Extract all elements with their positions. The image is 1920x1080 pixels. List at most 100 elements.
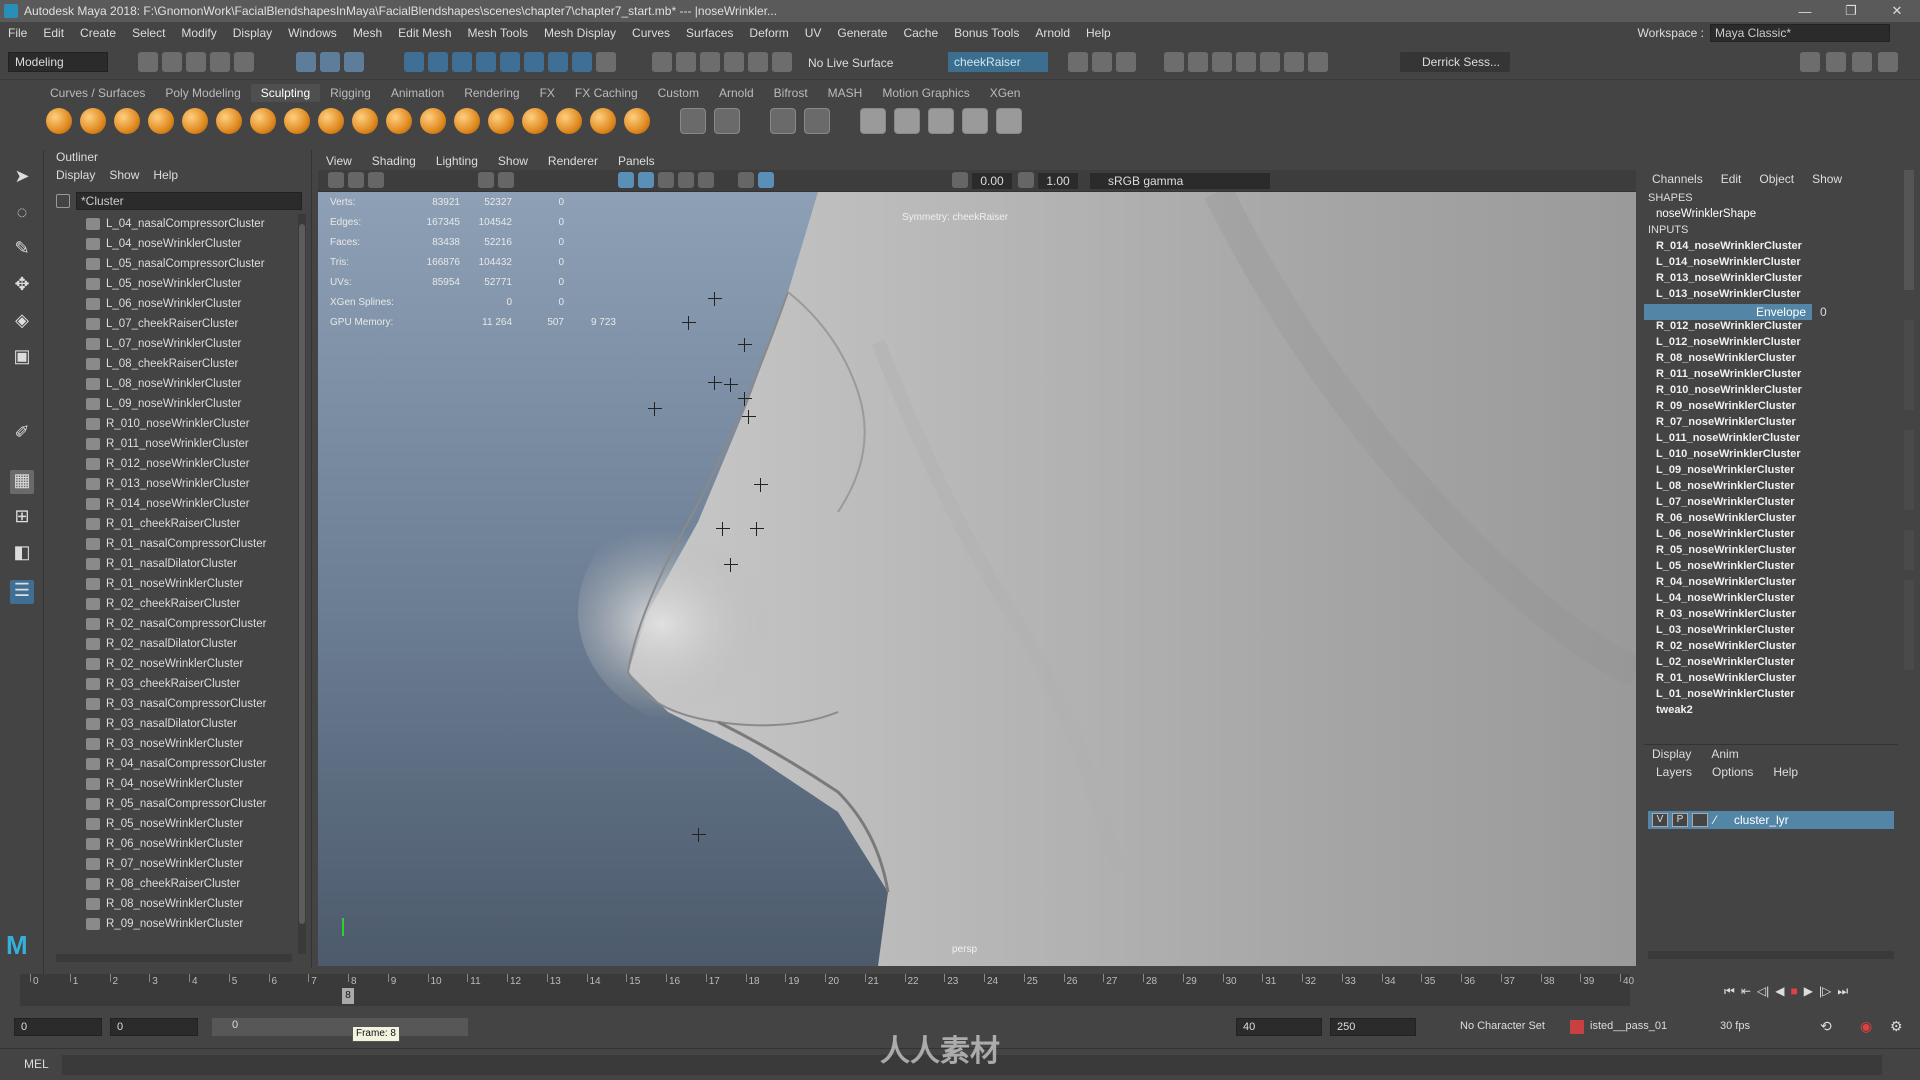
outliner-menu-display[interactable]: Display <box>56 168 95 182</box>
step-forward-frame-icon[interactable]: |▷ <box>1819 984 1831 998</box>
outliner-row[interactable]: R_08_noseWrinklerCluster <box>56 894 292 914</box>
render-view-icon[interactable] <box>1068 52 1088 72</box>
amplify-tool-icon[interactable] <box>590 108 616 134</box>
snap-vertex-icon[interactable] <box>524 52 544 72</box>
open-scene-icon[interactable] <box>162 52 182 72</box>
perspective-viewport[interactable]: Verts: 83921 52327 0 Edges: 167345 104542 0 Face… <box>318 192 1636 966</box>
freeze-tool-icon[interactable] <box>624 108 650 134</box>
lock-icon[interactable] <box>596 52 616 72</box>
arnold-light-icon[interactable] <box>1236 52 1256 72</box>
outliner-row[interactable]: L_04_nasalCompressorCluster <box>56 214 292 234</box>
cluster-handle[interactable] <box>750 522 764 536</box>
outliner-row[interactable]: R_04_nasalCompressorCluster <box>56 754 292 774</box>
pause-icon[interactable] <box>1308 52 1328 72</box>
snap-view-plane-icon[interactable] <box>476 52 496 72</box>
tool-settings-toggle-icon[interactable] <box>1852 52 1872 72</box>
grab-tool-icon[interactable] <box>148 108 174 134</box>
outliner-row[interactable]: R_05_noseWrinklerCluster <box>56 814 292 834</box>
end-time-field[interactable]: 250 <box>1330 1018 1416 1036</box>
live-surface-label[interactable]: No Live Surface <box>808 56 893 70</box>
textured-icon[interactable] <box>658 172 674 188</box>
input-node[interactable]: L_014_noseWrinklerCluster <box>1644 256 1898 272</box>
texture-deformer-icon[interactable] <box>894 108 920 134</box>
film-gate-icon[interactable] <box>498 172 514 188</box>
render-current-icon[interactable] <box>724 52 744 72</box>
menu-generate[interactable]: Generate <box>829 26 895 40</box>
select-object-icon[interactable] <box>320 52 340 72</box>
snap-curve-icon[interactable] <box>428 52 448 72</box>
outliner-row[interactable]: R_03_nasalCompressorCluster <box>56 694 292 714</box>
menu-help[interactable]: Help <box>1078 26 1119 40</box>
shelf-tab-rigging[interactable]: Rigging <box>320 84 381 102</box>
shadows-icon[interactable] <box>698 172 714 188</box>
go-to-start-icon[interactable]: ⏮ <box>1724 984 1735 999</box>
input-node[interactable]: L_09_noseWrinklerCluster <box>1644 464 1898 480</box>
arnold-render-icon[interactable] <box>1164 52 1184 72</box>
menu-curves[interactable]: Curves <box>624 26 678 40</box>
envelope-value[interactable]: 0 <box>1812 305 1827 319</box>
cluster-handle[interactable] <box>708 376 722 390</box>
snap-edge-icon[interactable] <box>548 52 568 72</box>
viewport-menu-view[interactable]: View <box>326 154 352 168</box>
input-node[interactable]: R_011_noseWrinklerCluster <box>1644 368 1898 384</box>
menu-arnold[interactable]: Arnold <box>1027 26 1078 40</box>
filter-icon[interactable] <box>56 194 70 208</box>
wax-tool-icon[interactable] <box>386 108 412 134</box>
cluster-handle[interactable] <box>724 378 738 392</box>
shelf-tab-curves-surfaces[interactable]: Curves / Surfaces <box>40 84 155 102</box>
menu-edit-mesh[interactable]: Edit Mesh <box>390 26 459 40</box>
shape-editor-icon[interactable] <box>804 108 830 134</box>
cluster-handle[interactable] <box>708 292 722 306</box>
sculpt-tool-icon[interactable] <box>46 108 72 134</box>
flatten-tool-icon[interactable] <box>216 108 242 134</box>
input-node[interactable]: R_08_noseWrinklerCluster <box>1644 352 1898 368</box>
layer-scrollbar[interactable] <box>1648 951 1894 959</box>
input-node[interactable]: L_012_noseWrinklerCluster <box>1644 336 1898 352</box>
relax-tool-icon[interactable] <box>114 108 140 134</box>
outliner-row[interactable]: R_03_noseWrinklerCluster <box>56 734 292 754</box>
shelf-tab-bifrost[interactable]: Bifrost <box>764 84 818 102</box>
select-hierarchy-icon[interactable] <box>296 52 316 72</box>
foamy-tool-icon[interactable] <box>250 108 276 134</box>
input-node[interactable]: R_013_noseWrinklerCluster <box>1644 272 1898 288</box>
step-back-key-icon[interactable]: ⇤ <box>1741 984 1751 998</box>
menu-modify[interactable]: Modify <box>173 26 224 40</box>
cluster-handle[interactable] <box>738 392 752 406</box>
playback-end-field[interactable]: 40 <box>1236 1018 1322 1036</box>
hypershade-icon[interactable] <box>1092 52 1112 72</box>
menu-create[interactable]: Create <box>72 26 124 40</box>
attribute-editor-side-tab[interactable] <box>1904 430 1914 510</box>
scrape-tool-icon[interactable] <box>420 108 446 134</box>
envelope-attribute-row[interactable]: Envelope 0 <box>1644 304 1898 320</box>
shelf-tab-fx[interactable]: FX <box>530 84 565 102</box>
menu-mesh[interactable]: Mesh <box>345 26 390 40</box>
minimize-button[interactable]: — <box>1782 0 1828 22</box>
input-node[interactable]: L_02_noseWrinklerCluster <box>1644 656 1898 672</box>
start-time-field[interactable]: 0 <box>14 1018 102 1036</box>
outliner-row[interactable]: R_04_noseWrinklerCluster <box>56 774 292 794</box>
viewport-menu-renderer[interactable]: Renderer <box>548 154 598 168</box>
smooth-shade-icon[interactable] <box>618 172 634 188</box>
cluster-handle[interactable] <box>738 338 752 352</box>
shelf-tab-xgen[interactable]: XGen <box>980 84 1031 102</box>
knife-tool-icon[interactable] <box>488 108 514 134</box>
render-settings-icon[interactable] <box>772 52 792 72</box>
cluster-handle[interactable] <box>754 478 768 492</box>
outliner-menu-help[interactable]: Help <box>153 168 178 182</box>
menu-select[interactable]: Select <box>124 26 173 40</box>
menuset-dropdown[interactable]: Modeling <box>8 52 108 72</box>
fps-dropdown[interactable]: 30 fps <box>1720 1020 1750 1032</box>
shelf-tab-mash[interactable]: MASH <box>818 84 873 102</box>
outliner-row[interactable]: R_03_cheekRaiserCluster <box>56 674 292 694</box>
repeat-tool-icon[interactable] <box>318 108 344 134</box>
cluster-handle[interactable] <box>648 402 662 416</box>
script-language-label[interactable]: MEL <box>24 1057 49 1071</box>
menu-deform[interactable]: Deform <box>741 26 796 40</box>
channelbox-object-menu[interactable]: Object <box>1759 172 1794 188</box>
menu-display[interactable]: Display <box>225 26 280 40</box>
input-node[interactable]: tweak2 <box>1644 704 1898 720</box>
outliner-scrollbar[interactable] <box>298 214 306 954</box>
modeling-toolkit-toggle-icon[interactable] <box>1800 52 1820 72</box>
paint-brush-icon[interactable] <box>996 108 1022 134</box>
shelf-tab-motion-graphics[interactable]: Motion Graphics <box>872 84 979 102</box>
